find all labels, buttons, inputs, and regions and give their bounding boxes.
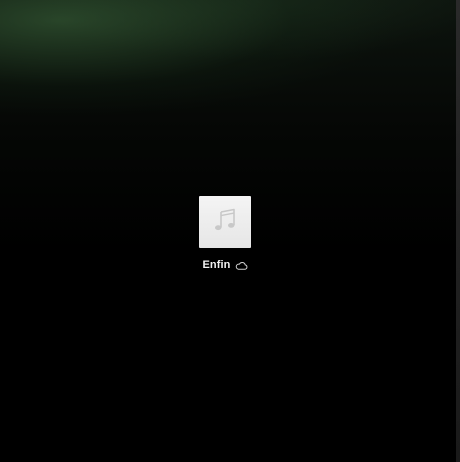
desktop-file-item[interactable]: Enfin <box>186 192 264 271</box>
audio-file-thumbnail[interactable] <box>199 196 251 248</box>
window-edge <box>456 0 460 462</box>
icloud-icon <box>235 261 248 270</box>
file-name[interactable]: Enfin <box>203 259 231 271</box>
music-note-icon <box>212 207 238 238</box>
file-label-row: Enfin <box>203 259 248 271</box>
desktop[interactable]: Enfin <box>0 0 460 462</box>
